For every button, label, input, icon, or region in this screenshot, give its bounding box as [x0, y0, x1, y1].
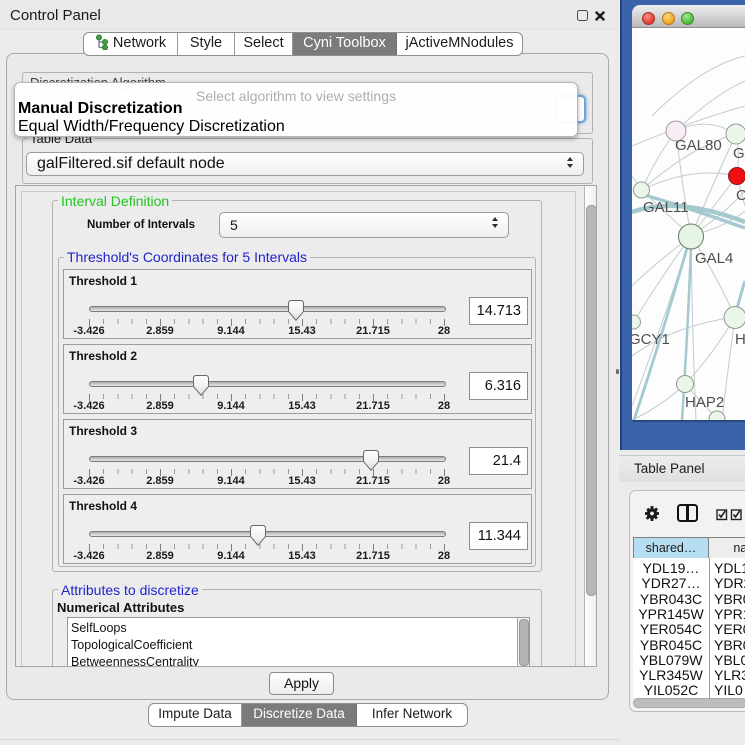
svg-text:C: C: [736, 187, 745, 204]
svg-text:GAL11: GAL11: [643, 199, 689, 216]
svg-text:H: H: [735, 331, 745, 348]
svg-text:GA: GA: [733, 145, 745, 162]
svg-text:GAL80: GAL80: [675, 137, 722, 154]
svg-text:GCY1: GCY1: [632, 331, 670, 348]
svg-text:GAL4: GAL4: [695, 250, 733, 267]
svg-text:HAP2: HAP2: [685, 394, 724, 411]
